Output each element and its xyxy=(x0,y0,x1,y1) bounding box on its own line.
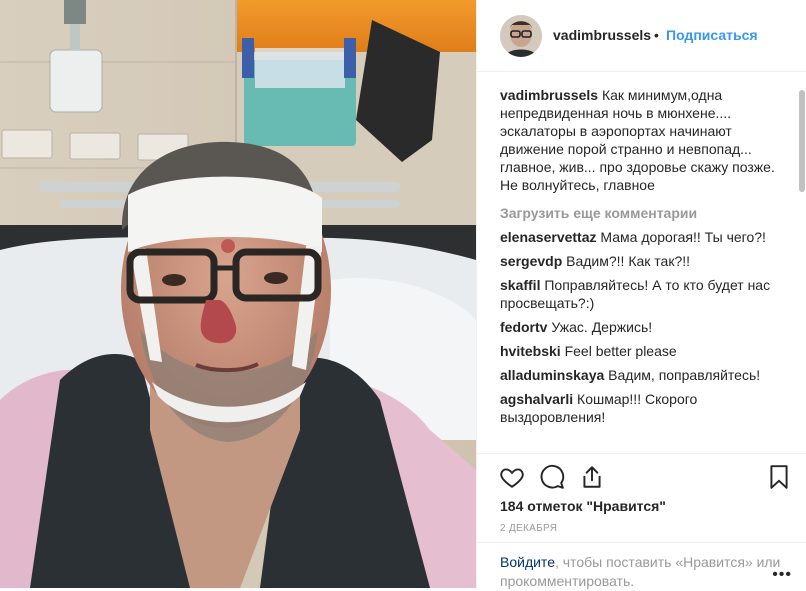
comment-text: Вадим, поправляйтесь! xyxy=(608,367,761,383)
heart-icon[interactable] xyxy=(499,464,525,490)
comments-list: vadimbrussels Как минимум,одна непредвид… xyxy=(500,86,782,432)
post-photo-image xyxy=(0,0,476,588)
comment-item: sergevdp Вадим?!! Как так?!! xyxy=(500,252,782,270)
post-date[interactable]: 2 ДЕКАБРЯ xyxy=(500,523,557,534)
instagram-post-view: vadimbrussels • Подписаться vadimbrussel… xyxy=(0,0,806,589)
comments-scrollbar[interactable] xyxy=(799,90,805,192)
likes-count[interactable]: 184 отметок "Нравится" xyxy=(500,498,666,514)
comment-item: alladuminskaya Вадим, поправляйтесь! xyxy=(500,366,782,384)
comment-username[interactable]: agshalvarli xyxy=(500,391,573,407)
comment-username[interactable]: fedortv xyxy=(500,319,547,335)
login-prompt: Войдите, чтобы поставить «Нравится» или … xyxy=(477,542,806,589)
comment-username[interactable]: elenaservettaz xyxy=(500,229,597,245)
caption-username[interactable]: vadimbrussels xyxy=(500,87,598,103)
comment-icon[interactable] xyxy=(539,464,565,490)
comment-item: hvitebski Feel better please xyxy=(500,342,782,360)
header-username[interactable]: vadimbrussels xyxy=(553,27,651,43)
load-more-comments-button[interactable]: Загрузить еще комментарии xyxy=(500,204,782,222)
comment-username[interactable]: alladuminskaya xyxy=(500,367,604,383)
comment-username[interactable]: hvitebski xyxy=(500,343,561,359)
comment-text: Ужас. Держись! xyxy=(551,319,653,335)
bookmark-icon[interactable] xyxy=(766,464,792,490)
comment-text: Мама дорогая!! Ты чего?! xyxy=(600,229,766,245)
post-photo[interactable] xyxy=(0,0,476,588)
share-icon[interactable] xyxy=(579,464,605,490)
header-separator-dot: • xyxy=(654,27,659,43)
comment-username[interactable]: skaffil xyxy=(500,277,540,293)
comment-text: Вадим?!! Как так?!! xyxy=(566,253,691,269)
more-options-icon[interactable]: ••• xyxy=(772,566,792,584)
comment-username[interactable]: sergevdp xyxy=(500,253,562,269)
follow-button[interactable]: Подписаться xyxy=(666,27,758,43)
comment-item: agshalvarli Кошмар!!! Скорого выздоровле… xyxy=(500,390,782,426)
post-side-panel: vadimbrussels • Подписаться vadimbrussel… xyxy=(476,0,806,589)
post-header: vadimbrussels • Подписаться xyxy=(477,0,806,72)
caption: vadimbrussels Как минимум,одна непредвид… xyxy=(500,86,782,194)
comment-item: skaffil Поправляйтесь! А то кто будет на… xyxy=(500,276,782,312)
avatar-image xyxy=(500,15,542,57)
comment-item: fedortv Ужас. Держись! xyxy=(500,318,782,336)
avatar[interactable] xyxy=(500,15,542,57)
login-link[interactable]: Войдите xyxy=(500,554,555,570)
comment-item: elenaservettaz Мама дорогая!! Ты чего?! xyxy=(500,228,782,246)
comment-text: Feel better please xyxy=(564,343,677,359)
comment-text: Поправляйтесь! А то кто будет нас просве… xyxy=(500,277,771,311)
